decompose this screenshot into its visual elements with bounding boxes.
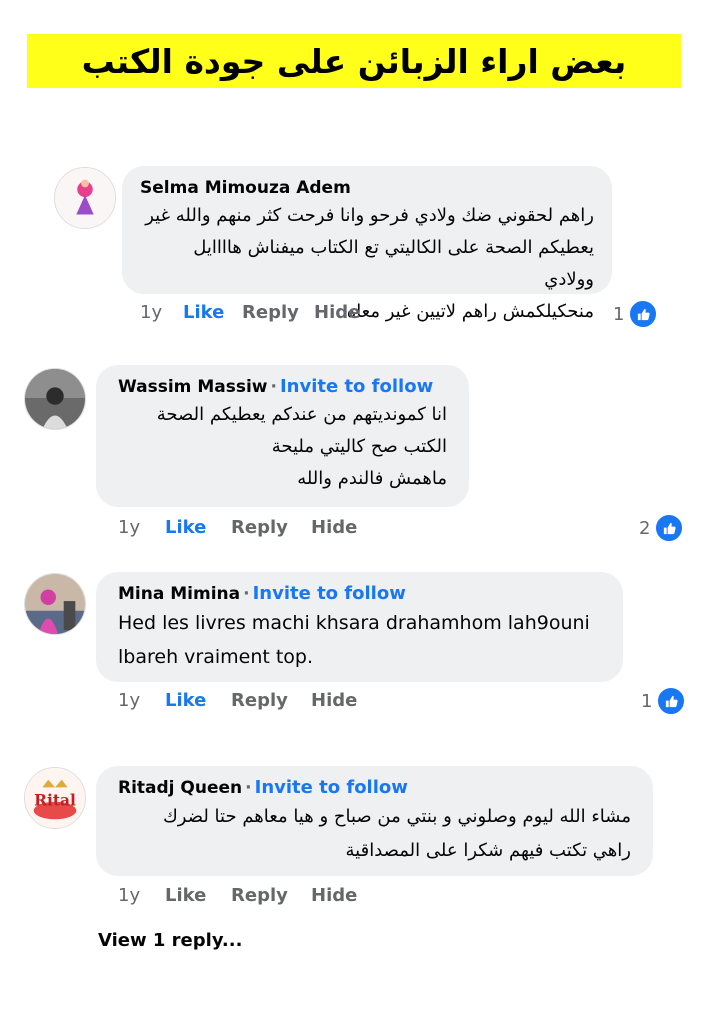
avatar-wassim[interactable]	[24, 368, 86, 430]
hide-button[interactable]: Hide	[314, 302, 360, 323]
reaction-count-3[interactable]: 1	[641, 686, 687, 716]
comment-time[interactable]: 1y	[118, 690, 165, 711]
avatar-selma-image	[55, 168, 115, 228]
invite-to-follow-link[interactable]: Invite to follow	[255, 777, 408, 798]
comment-author-2[interactable]: Wassim Massiw · Invite to follow	[118, 375, 447, 399]
comment-line: انا كمونديتهم من عندكم يعطيكم الصحة	[156, 404, 447, 425]
comment-actions-2: 1y Like Reply Hide	[118, 517, 357, 538]
comment-author-3[interactable]: Mina Mimina · Invite to follow	[118, 582, 601, 606]
avatar-ritadj[interactable]: Rital	[24, 767, 86, 829]
reaction-number: 1	[641, 690, 653, 712]
reply-button[interactable]: Reply	[242, 302, 314, 323]
title-banner: بعض اراء الزبائن على جودة الكتب	[27, 34, 681, 88]
comment-line: Hed les livres machi khsara drahamhom la…	[118, 612, 590, 634]
comment-bubble-2: Wassim Massiw · Invite to follow انا كموند…	[96, 365, 469, 507]
avatar-selma[interactable]	[54, 167, 116, 229]
avatar-ritadj-image: Rital	[25, 768, 85, 828]
comment-line: يعطيكم الصحة على الكاليتي تع الكتاب ميفن…	[193, 237, 594, 290]
hide-button[interactable]: Hide	[311, 690, 357, 711]
banner-title: بعض اراء الزبائن على جودة الكتب	[81, 41, 627, 81]
comment-line: ماهمش فالندم والله	[297, 468, 447, 489]
like-button[interactable]: Like	[165, 517, 231, 538]
svg-text:Rital: Rital	[34, 791, 76, 810]
hide-button[interactable]: Hide	[311, 885, 357, 906]
comment-actions-1: 1y Like Reply Hide	[140, 302, 360, 323]
avatar-mina-image	[25, 574, 85, 634]
reaction-count-2[interactable]: 2	[639, 513, 685, 543]
comment-author-4[interactable]: Ritadj Queen · Invite to follow	[118, 776, 631, 800]
comment-text-4: مشاء الله ليوم وصلوني و بنتي من صباح و ه…	[118, 800, 631, 868]
invite-to-follow-link[interactable]: Invite to follow	[253, 583, 406, 604]
like-button[interactable]: Like	[165, 885, 231, 906]
comment-bubble-4: Ritadj Queen · Invite to follow مشاء الله …	[96, 766, 653, 876]
reaction-number: 2	[639, 517, 651, 539]
comment-text-2: انا كمونديتهم من عندكم يعطيكم الصحة الكت…	[118, 399, 447, 495]
comment-line: الكتب صح كاليتي مليحة	[271, 436, 447, 457]
reply-button[interactable]: Reply	[231, 885, 311, 906]
view-replies-link[interactable]: View 1 reply...	[98, 930, 242, 951]
comment-time[interactable]: 1y	[118, 517, 165, 538]
invite-to-follow-link[interactable]: Invite to follow	[280, 376, 433, 397]
comment-bubble-1: Selma Mimouza Adem راهم لحقوني ضك ولادي …	[122, 166, 612, 322]
comment-author-1[interactable]: Selma Mimouza Adem	[140, 176, 594, 200]
thumbs-up-icon	[654, 513, 685, 543]
comment-line: راهم لحقوني ضك ولادي فرحو وانا فرحت كثر …	[145, 205, 594, 226]
comment-line: مشاء الله ليوم وصلوني و بنتي من صباح و ه…	[162, 806, 631, 827]
comment-time[interactable]: 1y	[140, 302, 183, 323]
hide-button[interactable]: Hide	[311, 517, 357, 538]
like-button[interactable]: Like	[165, 690, 231, 711]
comment-text-3: Hed les livres machi khsara drahamhom la…	[118, 606, 601, 674]
thumbs-up-icon	[628, 299, 659, 329]
comment-actions-3: 1y Like Reply Hide	[118, 690, 357, 711]
comment-bubble-3: Mina Mimina · Invite to follow Hed les liv…	[96, 572, 623, 682]
reply-button[interactable]: Reply	[231, 690, 311, 711]
reply-button[interactable]: Reply	[231, 517, 311, 538]
reaction-number: 1	[613, 303, 625, 325]
comment-actions-4: 1y Like Reply Hide	[118, 885, 357, 906]
avatar-mina[interactable]	[24, 573, 86, 635]
reaction-count-1[interactable]: 1	[613, 299, 659, 329]
comment-time[interactable]: 1y	[118, 885, 165, 906]
comment-line: lbareh vraiment top.	[118, 646, 314, 668]
like-button[interactable]: Like	[183, 302, 242, 323]
thumbs-up-icon	[656, 686, 687, 716]
avatar-wassim-image	[25, 369, 85, 429]
comment-line: راهي تكتب فيهم شكرا على المصداقية	[345, 840, 631, 861]
